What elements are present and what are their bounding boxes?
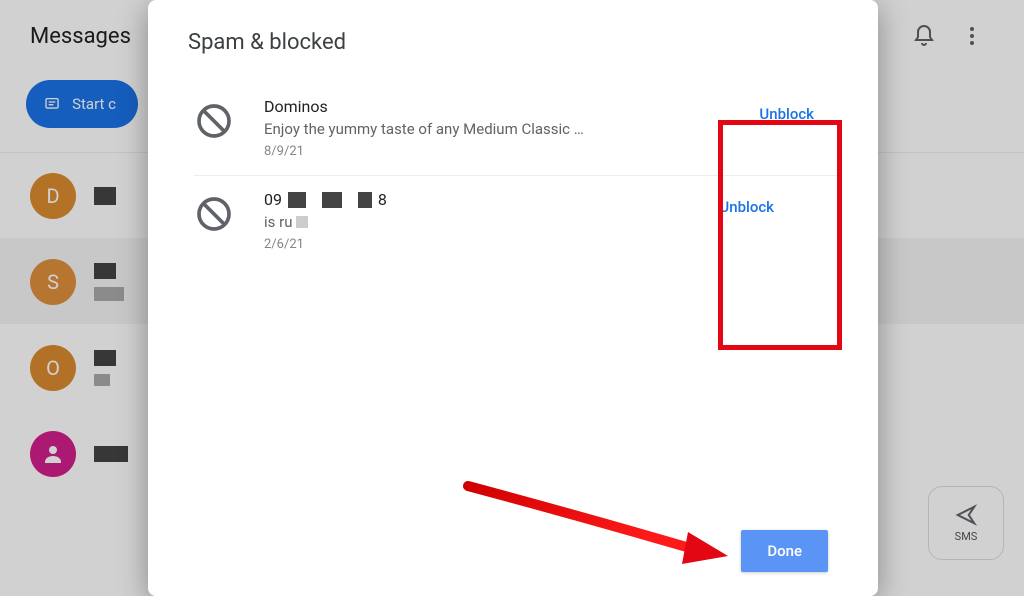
dialog-title: Spam & blocked — [148, 30, 878, 83]
unblock-button[interactable]: Unblock — [705, 190, 788, 224]
entry-preview: is ru — [264, 213, 705, 231]
spam-blocked-dialog: Spam & blocked Dominos Enjoy the yummy t… — [148, 0, 878, 596]
block-icon — [194, 194, 234, 234]
entry-preview: Enjoy the yummy taste of any Medium Clas… — [264, 120, 745, 138]
blocked-entry[interactable]: Dominos Enjoy the yummy taste of any Med… — [148, 83, 878, 175]
blocked-entry[interactable]: 09 8 is ru 2/6/21 Unblock — [194, 175, 838, 268]
entry-date: 2/6/21 — [264, 237, 705, 252]
entry-name: 09 8 — [264, 190, 705, 209]
unblock-button[interactable]: Unblock — [745, 97, 828, 131]
entry-name: Dominos — [264, 97, 745, 116]
entry-date: 8/9/21 — [264, 144, 745, 159]
done-button[interactable]: Done — [741, 530, 828, 572]
block-icon — [194, 101, 234, 141]
